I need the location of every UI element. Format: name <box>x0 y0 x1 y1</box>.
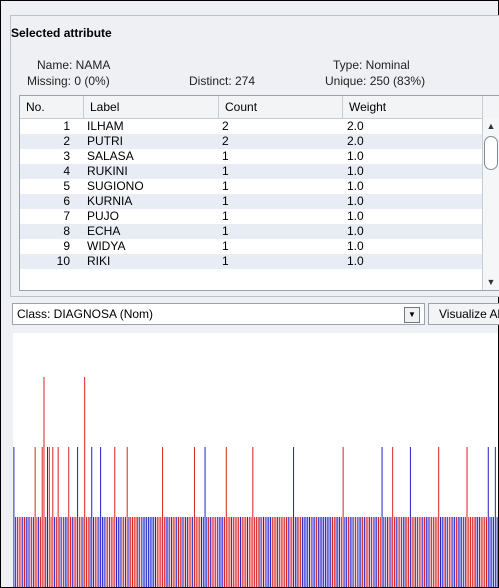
window-frame: Selected attribute Name: NAMA Type: Nomi… <box>0 0 499 588</box>
attribute-missing: Missing: 0 (0%) <box>27 74 110 88</box>
column-header-count[interactable]: Count <box>219 96 343 118</box>
table-row[interactable]: 7 PUJO 1 1.0 <box>20 209 483 224</box>
cell-weight: 1.0 <box>347 149 364 163</box>
cell-no: 6 <box>63 194 70 208</box>
attribute-distinct: Distinct: 274 <box>189 74 256 88</box>
cell-no: 1 <box>63 119 70 133</box>
cell-count: 1 <box>222 254 229 268</box>
attribute-type: Type: Nominal <box>333 58 410 72</box>
table-row[interactable]: 8 ECHA 1 1.0 <box>20 224 483 239</box>
cell-weight: 1.0 <box>347 224 364 238</box>
class-distribution-plot <box>13 333 498 587</box>
cell-label: PUJO <box>87 209 120 223</box>
cell-no: 8 <box>63 224 70 238</box>
cell-count: 1 <box>222 239 229 253</box>
class-bar: Class: DIAGNOSA (Nom) ▼ Visualize All <box>12 303 499 325</box>
column-header-label[interactable]: Label <box>84 96 219 118</box>
table-header: No. Label Count Weight <box>20 96 499 119</box>
cell-no: 3 <box>63 149 70 163</box>
cell-weight: 1.0 <box>347 194 364 208</box>
visualize-all-button[interactable]: Visualize All <box>428 303 499 325</box>
panel-title: Selected attribute <box>11 26 112 40</box>
cell-label: WIDYA <box>87 239 126 253</box>
cell-no: 10 <box>56 254 70 268</box>
cell-no: 9 <box>63 239 70 253</box>
cell-count: 1 <box>222 224 229 238</box>
cell-weight: 2.0 <box>347 134 364 148</box>
column-header-weight[interactable]: Weight <box>343 96 483 118</box>
chevron-down-icon[interactable]: ▼ <box>404 307 420 323</box>
cell-count: 1 <box>222 149 229 163</box>
table-body: 1 ILHAM 2 2.0 2 PUTRI 2 2.0 3 SALASA 1 1.0 4 RUKINI 1 1… <box>20 119 483 269</box>
scroll-up-icon[interactable]: ▲ <box>485 120 497 132</box>
table-row[interactable]: 6 KURNIA 1 1.0 <box>20 194 483 209</box>
cell-no: 5 <box>63 179 70 193</box>
cell-weight: 1.0 <box>347 239 364 253</box>
table-row[interactable]: 10 RIKI 1 1.0 <box>20 254 483 269</box>
distribution-chart <box>13 377 498 587</box>
cell-count: 2 <box>222 119 229 133</box>
scroll-down-icon[interactable]: ▼ <box>485 276 497 288</box>
cell-label: ILHAM <box>87 119 124 133</box>
cell-label: SALASA <box>87 149 134 163</box>
cell-weight: 2.0 <box>347 119 364 133</box>
cell-count: 1 <box>222 194 229 208</box>
cell-label: KURNIA <box>87 194 133 208</box>
table-row[interactable]: 1 ILHAM 2 2.0 <box>20 119 483 134</box>
cell-label: SUGIONO <box>87 179 144 193</box>
table-row[interactable]: 5 SUGIONO 1 1.0 <box>20 179 483 194</box>
class-select[interactable]: Class: DIAGNOSA (Nom) ▼ <box>12 303 425 325</box>
cell-weight: 1.0 <box>347 254 364 268</box>
column-header-no[interactable]: No. <box>20 96 84 118</box>
cell-count: 1 <box>222 209 229 223</box>
table-row[interactable]: 9 WIDYA 1 1.0 <box>20 239 483 254</box>
class-select-value: Class: DIAGNOSA (Nom) <box>17 307 154 321</box>
cell-count: 1 <box>222 164 229 178</box>
table-row[interactable]: 2 PUTRI 2 2.0 <box>20 134 483 149</box>
cell-weight: 1.0 <box>347 179 364 193</box>
attribute-name: Name: NAMA <box>37 58 111 72</box>
table-scrollbar[interactable]: ▲ ▼ <box>482 118 499 290</box>
label-table: No. Label Count Weight 1 ILHAM 2 2.0 2 PUTRI 2… <box>19 95 499 291</box>
cell-no: 2 <box>63 134 70 148</box>
cell-label: PUTRI <box>87 134 123 148</box>
table-row[interactable]: 4 RUKINI 1 1.0 <box>20 164 483 179</box>
cell-weight: 1.0 <box>347 209 364 223</box>
cell-label: ECHA <box>87 224 121 238</box>
table-row[interactable]: 3 SALASA 1 1.0 <box>20 149 483 164</box>
cell-no: 4 <box>63 164 70 178</box>
cell-count: 1 <box>222 179 229 193</box>
cell-label: RIKI <box>87 254 111 268</box>
cell-no: 7 <box>63 209 70 223</box>
cell-weight: 1.0 <box>347 164 364 178</box>
cell-count: 2 <box>222 134 229 148</box>
scroll-thumb[interactable] <box>484 136 498 170</box>
attribute-unique: Unique: 250 (83%) <box>325 74 426 88</box>
cell-label: RUKINI <box>87 164 128 178</box>
